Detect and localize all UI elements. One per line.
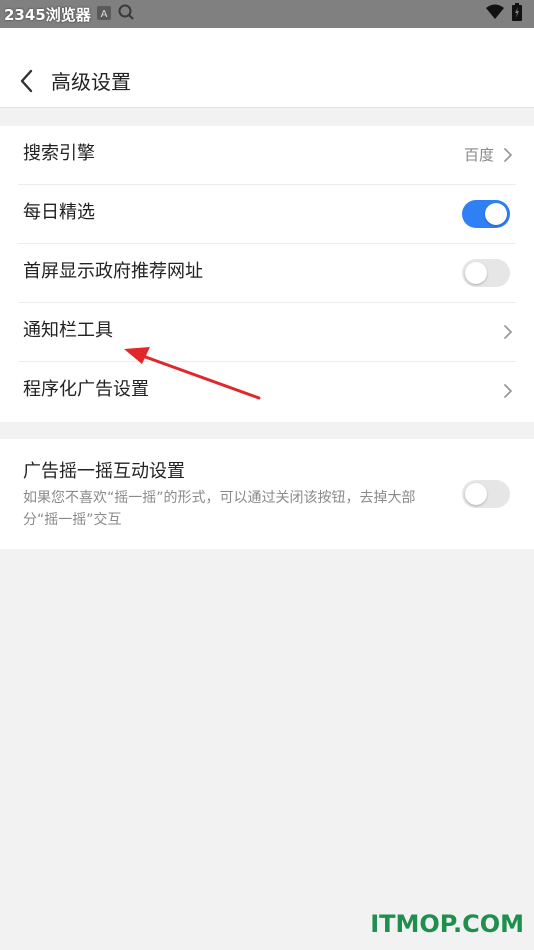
settings-group-main: 搜索引擎 百度 每日精选 首屏显示政府推荐网址 通知栏工具 程序化广告设置 [0, 126, 534, 422]
status-app-title: 2345浏览器 [4, 5, 91, 24]
page-header: 高级设置 [0, 28, 534, 108]
status-bar: 2345浏览器 A [0, 0, 534, 28]
page-title: 高级设置 [51, 70, 131, 94]
setting-programmatic-ads[interactable]: 程序化广告设置 [0, 362, 534, 421]
setting-daily-picks: 每日精选 [0, 185, 534, 244]
chevron-left-icon [20, 69, 33, 93]
wifi-icon [486, 4, 504, 24]
setting-label: 通知栏工具 [23, 320, 113, 341]
watermark-logo: ITMOP.COM [370, 910, 524, 938]
shake-ads-toggle[interactable] [462, 480, 510, 508]
setting-label: 搜索引擎 [23, 143, 95, 164]
gov-sites-toggle[interactable] [462, 259, 510, 287]
toggle-knob [485, 203, 507, 225]
setting-label: 程序化广告设置 [23, 379, 149, 400]
setting-gov-sites: 首屏显示政府推荐网址 [0, 244, 534, 303]
status-bar-right [486, 2, 522, 26]
status-bar-left: 2345浏览器 A [4, 2, 135, 26]
svg-text:A: A [100, 9, 107, 20]
daily-picks-toggle[interactable] [462, 200, 510, 228]
setting-search-engine[interactable]: 搜索引擎 百度 [0, 126, 534, 185]
a-icon: A [96, 5, 111, 24]
back-button[interactable] [14, 68, 40, 94]
toggle-knob [465, 262, 487, 284]
toggle-knob [465, 483, 487, 505]
settings-group-shake: 广告摇一摇互动设置 如果您不喜欢“摇一摇”的形式，可以通过关闭该按钮，去掉大部分… [0, 439, 534, 549]
shake-ads-label: 广告摇一摇互动设置 [23, 461, 185, 482]
battery-icon [512, 3, 522, 25]
setting-notification-tools[interactable]: 通知栏工具 [0, 303, 534, 362]
setting-label: 首屏显示政府推荐网址 [23, 261, 203, 282]
setting-label: 每日精选 [23, 202, 95, 223]
setting-value: 百度 [463, 146, 494, 164]
chevron-right-icon [504, 325, 512, 339]
chevron-right-icon [504, 384, 512, 398]
shake-ads-description: 如果您不喜欢“摇一摇”的形式，可以通过关闭该按钮，去掉大部分“摇一摇”交互 [23, 490, 416, 528]
chevron-right-icon [504, 148, 512, 162]
search-icon [117, 3, 135, 25]
